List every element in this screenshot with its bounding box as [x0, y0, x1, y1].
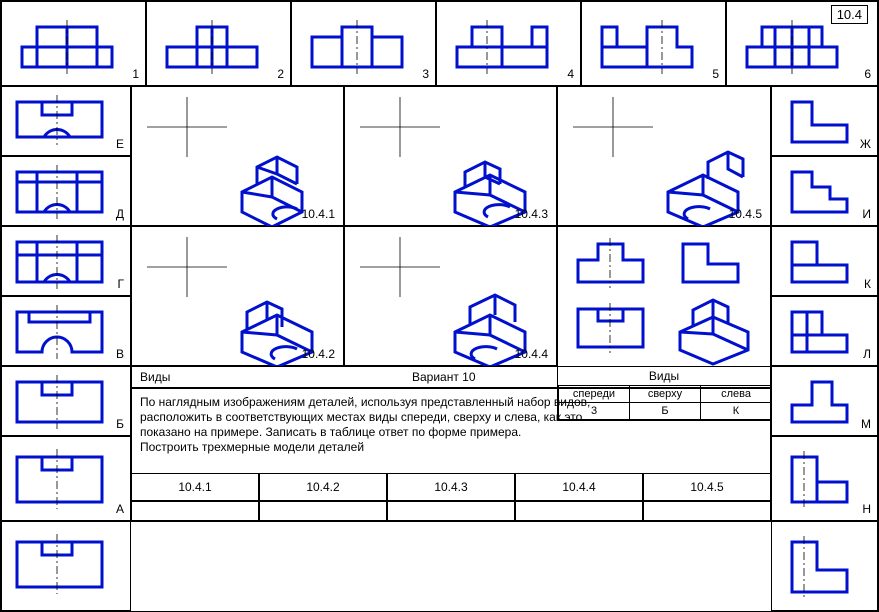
left-cell-A: А	[1, 436, 131, 521]
left-cell-D: Д	[1, 156, 131, 226]
top-view-icon	[2, 227, 132, 297]
iso-label-2: 10.4.2	[302, 347, 335, 361]
answer-field-2[interactable]	[259, 501, 387, 521]
bottom-label-3: 10.4.3	[388, 480, 514, 494]
right-cell-K: К	[771, 226, 878, 296]
left-label-A: А	[116, 502, 124, 516]
example-front-view-icon	[568, 232, 658, 292]
top-cell-4: 4	[436, 1, 581, 86]
iso-cell-2: 10.4.2	[131, 226, 344, 366]
bottom-strip	[1, 521, 878, 611]
right-cell-I: И	[771, 156, 878, 226]
left-label-B: Б	[116, 417, 124, 431]
right-cell-L: Л	[771, 296, 878, 366]
right-label-I: И	[862, 207, 871, 221]
title-row: Виды Вариант 10	[131, 366, 771, 388]
bottom-cell-4: 10.4.4	[515, 473, 643, 501]
iso-cell-5: 10.4.5	[557, 86, 771, 226]
iso-cell-4: 10.4.4	[344, 226, 557, 366]
example-side-view-icon	[673, 232, 763, 292]
side-view-icon	[772, 522, 879, 612]
left-cell-B: Б	[1, 366, 131, 436]
left-label-D: Д	[116, 207, 124, 221]
top-num-2: 2	[277, 67, 284, 81]
left-cell-A-ext	[1, 521, 131, 611]
bottom-label-4: 10.4.4	[516, 480, 642, 494]
front-view-icon	[292, 2, 437, 87]
side-view-icon	[772, 227, 879, 297]
front-view-icon	[437, 2, 582, 87]
bottom-label-1: 10.4.1	[132, 480, 258, 494]
right-label-K: К	[864, 277, 871, 291]
top-cell-1: 1	[1, 1, 146, 86]
iso-label-3: 10.4.3	[515, 207, 548, 221]
right-cell-N-ext	[771, 521, 878, 611]
title-variant: Вариант 10	[412, 370, 476, 384]
iso-cell-1: 10.4.1	[131, 86, 344, 226]
title-views: Виды	[140, 370, 170, 384]
left-cell-E: Е	[1, 86, 131, 156]
front-view-icon	[727, 2, 879, 87]
right-label-N: Н	[862, 502, 871, 516]
top-view-icon	[2, 437, 132, 522]
top-cell-3: 3	[291, 1, 436, 86]
left-label-G: Г	[118, 277, 125, 291]
answer-field-1[interactable]	[131, 501, 259, 521]
top-num-5: 5	[712, 67, 719, 81]
top-view-icon	[2, 157, 132, 227]
answer-field-3[interactable]	[387, 501, 515, 521]
right-cell-N: Н	[771, 436, 878, 521]
right-cell-Zh: Ж	[771, 86, 878, 156]
iso-label-4: 10.4.4	[515, 347, 548, 361]
top-view-icon	[2, 297, 132, 367]
answer-field-4[interactable]	[515, 501, 643, 521]
iso-label-5: 10.4.5	[729, 207, 762, 221]
top-num-3: 3	[422, 67, 429, 81]
top-cell-2: 2	[146, 1, 291, 86]
bottom-label-2: 10.4.2	[260, 480, 386, 494]
front-view-icon	[147, 2, 292, 87]
top-cell-6: 6	[726, 1, 878, 86]
front-view-icon	[2, 2, 147, 87]
front-view-icon	[582, 2, 727, 87]
instruction-text: По наглядным изображениям деталей, испол…	[140, 395, 762, 455]
top-view-icon	[2, 522, 132, 612]
right-label-L: Л	[863, 347, 871, 361]
top-num-6: 6	[864, 67, 871, 81]
bottom-cell-3: 10.4.3	[387, 473, 515, 501]
left-cell-G: Г	[1, 226, 131, 296]
left-label-V: В	[116, 347, 124, 361]
right-cell-M: М	[771, 366, 878, 436]
bottom-cell-1: 10.4.1	[131, 473, 259, 501]
right-label-M: М	[861, 417, 871, 431]
bottom-cell-5: 10.4.5	[643, 473, 771, 501]
top-cell-5: 5	[581, 1, 726, 86]
right-label-Zh: Ж	[860, 137, 871, 151]
top-num-1: 1	[132, 67, 139, 81]
iso-label-1: 10.4.1	[302, 207, 335, 221]
left-label-E: Е	[116, 137, 124, 151]
top-num-4: 4	[567, 67, 574, 81]
top-view-icon	[2, 87, 132, 157]
bottom-label-5: 10.4.5	[644, 480, 770, 494]
top-view-icon	[2, 367, 132, 437]
bottom-cell-2: 10.4.2	[259, 473, 387, 501]
example-top-view-icon	[568, 297, 658, 357]
instruction-block: По наглядным изображениям деталей, испол…	[131, 388, 771, 473]
example-isometric-icon	[668, 292, 768, 367]
iso-cell-3: 10.4.3	[344, 86, 557, 226]
engineering-drawing-page: 10.4 1 2 3	[0, 0, 879, 612]
left-cell-V: В	[1, 296, 131, 366]
answer-field-5[interactable]	[643, 501, 771, 521]
